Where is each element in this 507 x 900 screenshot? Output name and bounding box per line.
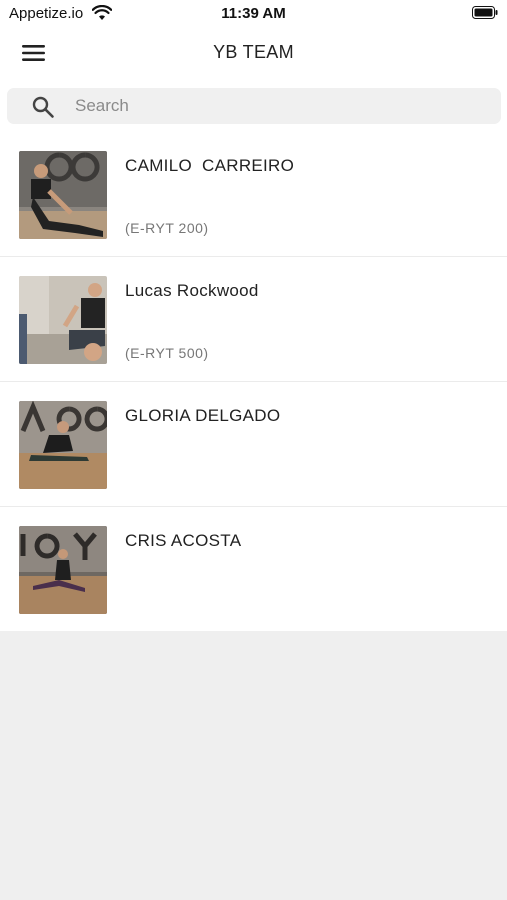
member-name: GLORIA DELGADO — [125, 406, 281, 425]
member-photo — [19, 151, 107, 239]
team-member-row[interactable]: CRIS ACOSTA — [0, 507, 507, 631]
member-photo — [19, 276, 107, 364]
team-member-row[interactable]: Lucas Rockwood (E-RYT 500) — [0, 257, 507, 382]
member-name: CRIS ACOSTA — [125, 531, 242, 550]
screen: Appetize.io 11:39 AM YB TEAM Search CAMI… — [0, 0, 507, 900]
battery-icon — [472, 6, 498, 19]
search-icon — [32, 96, 54, 118]
status-time: 11:39 AM — [221, 5, 286, 22]
team-member-row[interactable]: GLORIA DELGADO — [0, 382, 507, 507]
member-name: CAMILO CARREIRO — [125, 156, 295, 175]
status-bar: Appetize.io 11:39 AM — [0, 0, 507, 28]
member-photo — [19, 401, 107, 489]
team-list: CAMILO CARREIRO (E-RYT 200) Lucas Rockwo… — [0, 132, 507, 631]
search-input[interactable] — [75, 88, 475, 124]
member-photo — [19, 526, 107, 614]
search-container — [0, 78, 507, 132]
member-credential: (E-RYT 500) — [125, 345, 209, 361]
search-bar[interactable] — [7, 88, 501, 124]
page-title: YB TEAM — [213, 42, 294, 62]
member-credential: (E-RYT 200) — [125, 220, 209, 236]
nav-bar: YB TEAM — [0, 28, 507, 78]
team-member-row[interactable]: CAMILO CARREIRO (E-RYT 200) — [0, 132, 507, 257]
member-name: Lucas Rockwood — [125, 281, 259, 300]
